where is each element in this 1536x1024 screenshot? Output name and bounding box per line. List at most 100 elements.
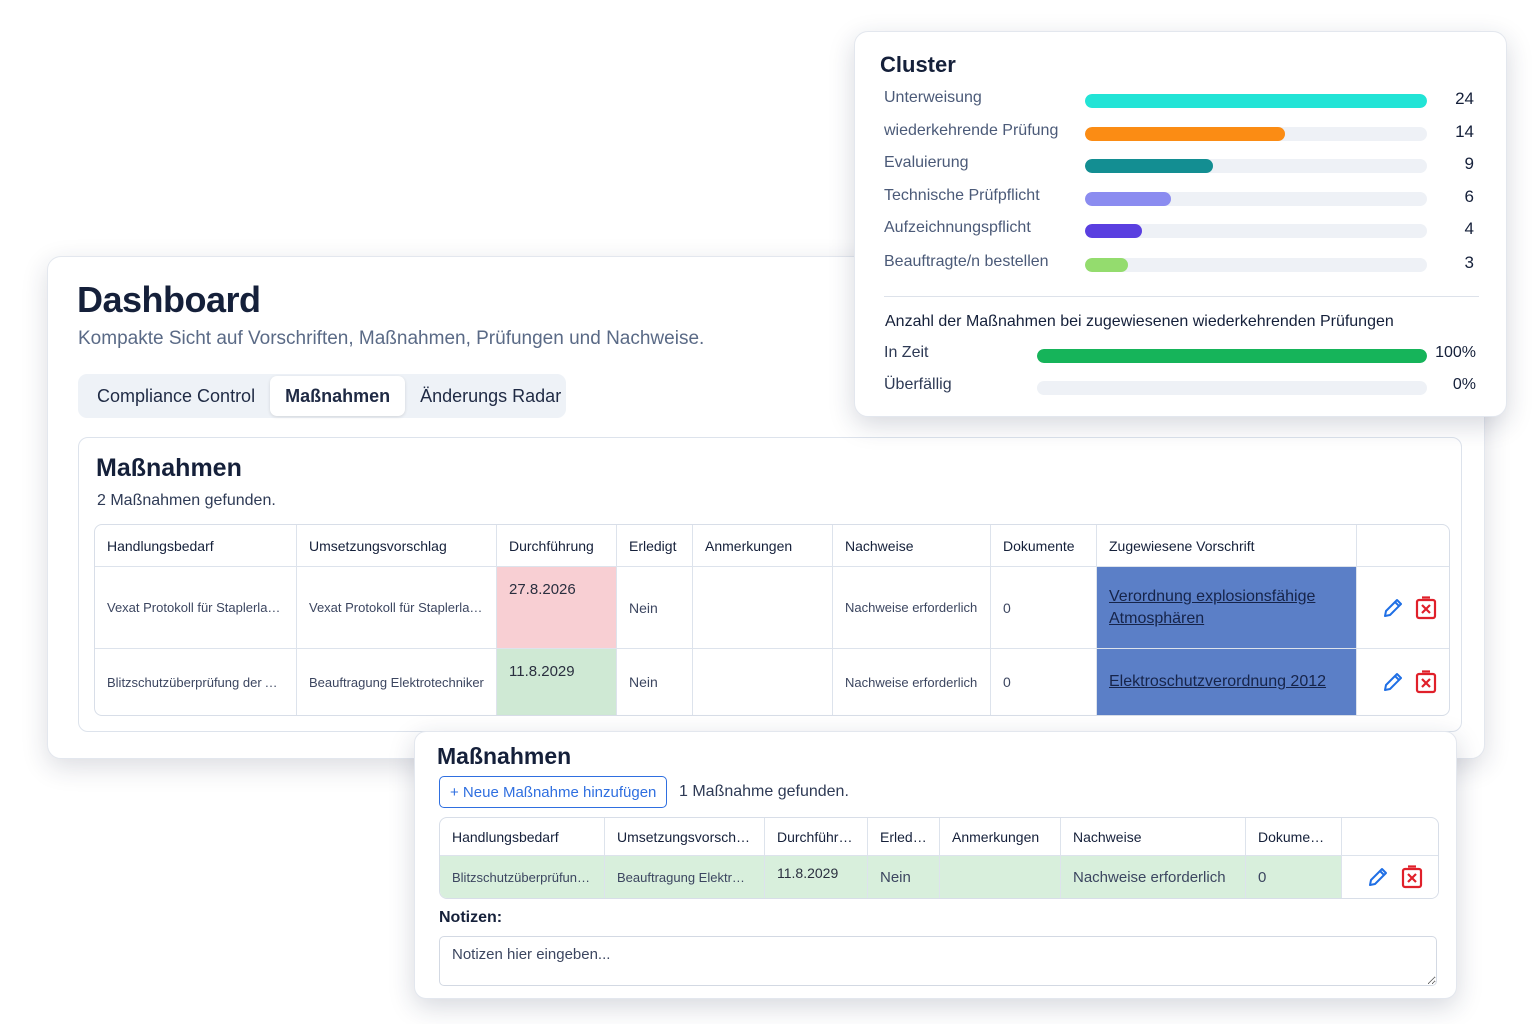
cell-dokumente: 0 (991, 567, 1097, 649)
cluster-row: Technische Prüfpflicht 6 (884, 185, 1479, 209)
cluster-bar-fill (1085, 192, 1171, 206)
massnahmen-panel: Maßnahmen 2 Maßnahmen gefunden. Handlung… (78, 437, 1462, 732)
cluster-bar-track (1085, 192, 1427, 206)
cluster-row: Evaluierung 9 (884, 152, 1479, 176)
pencil-icon[interactable] (1366, 865, 1390, 889)
tab-aenderungs-radar[interactable]: Änderungs Radar (405, 376, 576, 416)
detail-table: Handlungsbedarf Umsetzungsvorschlag Durc… (439, 817, 1439, 899)
table-row[interactable]: Vexat Protokoll für Staplerladestation V… (95, 567, 1449, 649)
cluster-row: Unterweisung 24 (884, 87, 1479, 111)
cluster-value: 6 (1464, 187, 1474, 206)
cell-umsetzungsvorschlag: Vexat Protokoll für Staplerladestation (297, 567, 497, 649)
cluster-bar-fill (1085, 258, 1128, 272)
vorschrift-link[interactable]: Verordnung explosionsfähige Atmosphären (1109, 588, 1315, 627)
cluster-label: Technische Prüfpflicht (884, 187, 1040, 204)
pencil-icon[interactable] (1381, 596, 1405, 620)
col-handlungsbedarf[interactable]: Handlungsbedarf (95, 525, 297, 567)
cluster-label: Beauftragte/n bestellen (884, 253, 1049, 270)
cluster-label: Unterweisung (884, 89, 982, 106)
table-row[interactable]: Blitzschutzüberprüfung der Anlage Beauft… (95, 649, 1449, 715)
pruefungen-value: 0% (1452, 376, 1476, 393)
cell-handlungsbedarf: Blitzschutzüberprüfung der Anlage (440, 856, 605, 898)
table-row[interactable]: Blitzschutzüberprüfung der Anlage Beauft… (440, 856, 1438, 898)
col-zugewiesene-vorschrift[interactable]: Zugewiesene Vorschrift (1097, 525, 1357, 567)
cluster-bar-fill (1085, 159, 1214, 173)
pruefungen-row: Überfällig 0% (884, 374, 1479, 398)
cell-actions (1357, 649, 1449, 715)
col-actions (1342, 818, 1438, 856)
col-handlungsbedarf[interactable]: Handlungsbedarf (440, 818, 605, 856)
cell-erledigt: Nein (617, 567, 693, 649)
cluster-value: 24 (1455, 89, 1474, 108)
pruefungen-bar-track (1037, 381, 1427, 395)
col-anmerkungen[interactable]: Anmerkungen (940, 818, 1061, 856)
detail-count: 1 Maßnahme gefunden. (679, 783, 849, 800)
delete-x-icon[interactable] (1400, 865, 1424, 889)
cell-actions (1342, 856, 1438, 898)
col-actions (1357, 525, 1449, 567)
vorschrift-link[interactable]: Elektroschutzverordnung 2012 (1109, 673, 1326, 690)
cell-anmerkungen (940, 856, 1061, 898)
col-umsetzungsvorschlag[interactable]: Umsetzungsvorschlag (605, 818, 765, 856)
cluster-bar-track (1085, 127, 1427, 141)
col-durchfuehrung[interactable]: Durchführung (497, 525, 617, 567)
cluster-label: Aufzeichnungspflicht (884, 219, 1031, 236)
cell-durchfuehrung-ontime: 11.8.2029 (497, 649, 617, 715)
col-dokumente[interactable]: Dokumente (1246, 818, 1342, 856)
pruefungen-value: 100% (1435, 344, 1476, 361)
massnahmen-detail-card: Maßnahmen + Neue Maßnahme hinzufügen 1 M… (414, 731, 1457, 999)
cluster-bar-track (1085, 258, 1427, 272)
cell-anmerkungen (693, 567, 833, 649)
tab-massnahmen[interactable]: Maßnahmen (270, 376, 406, 416)
cell-nachweise: Nachweise erforderlich (833, 649, 991, 715)
col-umsetzungsvorschlag[interactable]: Umsetzungsvorschlag (297, 525, 497, 567)
col-erledigt[interactable]: Erledigt (617, 525, 693, 567)
pruefungen-title: Anzahl der Maßnahmen bei zugewiesenen wi… (885, 313, 1394, 330)
col-durchfuehrung[interactable]: Durchführung (765, 818, 868, 856)
pruefungen-bar-track (1037, 349, 1427, 363)
cell-dokumente: 0 (1246, 856, 1342, 898)
cell-handlungsbedarf: Blitzschutzüberprüfung der Anlage (95, 649, 297, 715)
cell-umsetzungsvorschlag: Beauftragung Elektrotechniker (297, 649, 497, 715)
cluster-title: Cluster (880, 52, 956, 77)
col-nachweise[interactable]: Nachweise (1061, 818, 1246, 856)
cluster-value: 14 (1455, 122, 1474, 141)
detail-title: Maßnahmen (437, 743, 572, 769)
cluster-value: 9 (1464, 154, 1474, 173)
add-massnahme-button[interactable]: + Neue Maßnahme hinzufügen (439, 776, 668, 808)
notes-textarea[interactable] (439, 936, 1437, 986)
pruefungen-bar-fill (1037, 349, 1427, 363)
table-header-row: Handlungsbedarf Umsetzungsvorschlag Durc… (95, 525, 1449, 567)
cluster-bar-fill (1085, 94, 1427, 108)
pruefungen-row: In Zeit 100% (884, 342, 1479, 366)
delete-x-icon[interactable] (1415, 670, 1437, 694)
cell-actions (1357, 567, 1449, 649)
pruefungen-label: In Zeit (884, 344, 929, 361)
notes-label: Notizen: (439, 909, 503, 926)
delete-x-icon[interactable] (1415, 595, 1437, 620)
cell-durchfuehrung: 11.8.2029 (765, 856, 868, 898)
col-dokumente[interactable]: Dokumente (991, 525, 1097, 567)
pruefungen-label: Überfällig (884, 376, 952, 393)
cluster-bar-fill (1085, 224, 1142, 238)
table-header-row: Handlungsbedarf Umsetzungsvorschlag Durc… (440, 818, 1438, 856)
tab-compliance-control[interactable]: Compliance Control (82, 376, 270, 416)
pencil-icon[interactable] (1381, 670, 1405, 694)
col-nachweise[interactable]: Nachweise (833, 525, 991, 567)
cell-vorschrift: Elektroschutzverordnung 2012 (1097, 649, 1357, 715)
cell-erledigt: Nein (868, 856, 940, 898)
cluster-label: wiederkehrende Prüfung (884, 122, 1059, 139)
col-erledigt[interactable]: Erledigt (868, 818, 940, 856)
col-anmerkungen[interactable]: Anmerkungen (693, 525, 833, 567)
cell-nachweise: Nachweise erforderlich (1061, 856, 1246, 898)
cluster-row: wiederkehrende Prüfung 14 (884, 120, 1479, 144)
cell-nachweise: Nachweise erforderlich (833, 567, 991, 649)
cell-erledigt: Nein (617, 649, 693, 715)
cell-handlungsbedarf: Vexat Protokoll für Staplerladestation (95, 567, 297, 649)
cluster-label: Evaluierung (884, 154, 969, 171)
cell-anmerkungen (693, 649, 833, 715)
cluster-row: Beauftragte/n bestellen 3 (884, 251, 1479, 275)
cluster-row: Aufzeichnungspflicht 4 (884, 217, 1479, 241)
cluster-card: Cluster Unterweisung 24 wiederkehrende P… (854, 31, 1507, 417)
cell-umsetzungsvorschlag: Beauftragung Elektrotechniker (605, 856, 765, 898)
